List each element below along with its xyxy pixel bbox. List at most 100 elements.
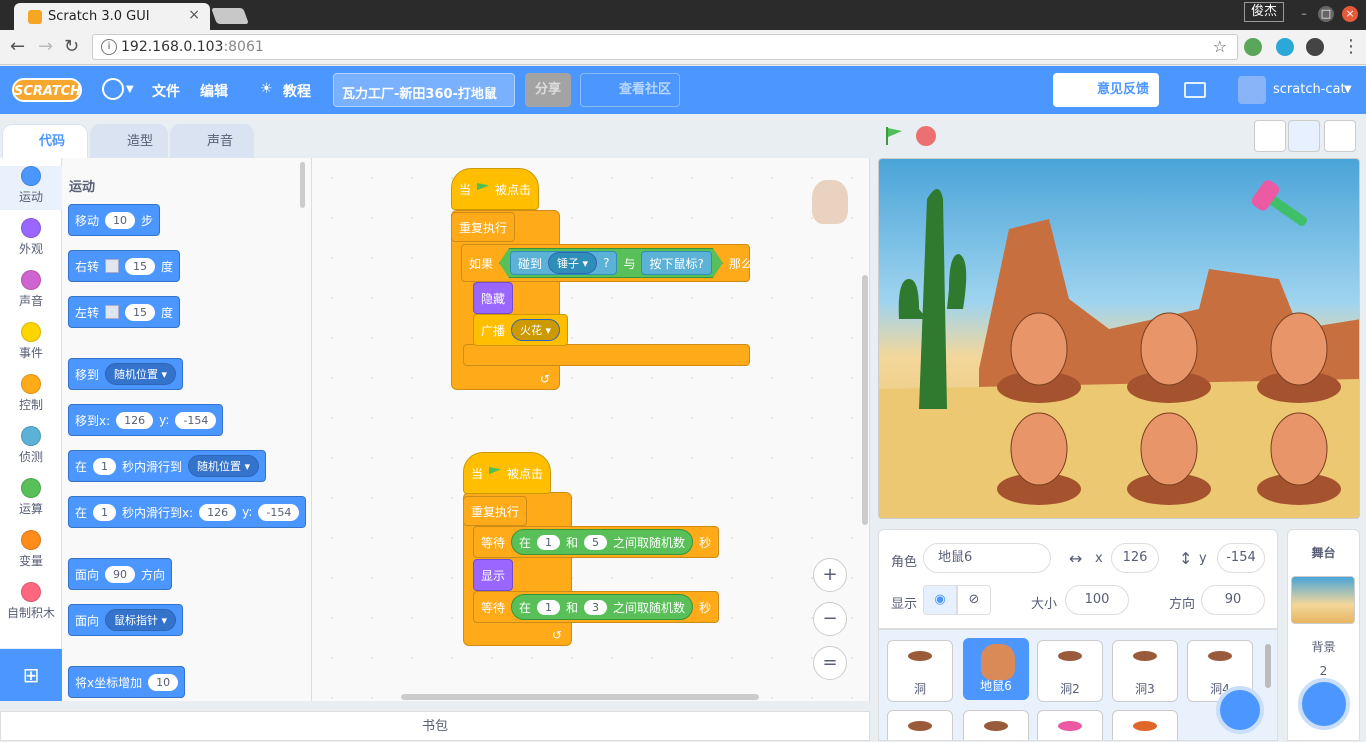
wait-block-1[interactable]: 等待 在 1 和 5 之间取随机数 秒 — [473, 526, 720, 558]
tutorials-icon[interactable]: ☀ — [260, 81, 273, 97]
and-operator-block[interactable]: 碰到 锤子 ▾? 与 按下鼠标? — [499, 248, 723, 278]
tab-sounds[interactable]: 声音 — [170, 124, 254, 158]
fullscreen-button[interactable] — [1324, 120, 1356, 152]
sprite-name-input[interactable]: 地鼠6 — [923, 543, 1051, 573]
add-extension-icon[interactable]: ⊞ — [0, 649, 62, 701]
extension-icon[interactable] — [1244, 38, 1262, 56]
category-control[interactable]: 控制 — [0, 374, 62, 413]
hide-eye-icon[interactable]: ⊘ — [957, 585, 991, 615]
zoom-in-button[interactable]: + — [813, 558, 847, 592]
sprite-tile[interactable]: 洞3 — [1112, 640, 1178, 702]
pick-random-block-1[interactable]: 在 1 和 5 之间取随机数 — [511, 529, 694, 555]
block-input[interactable]: 15 — [125, 257, 156, 275]
show-visible-eye-icon[interactable]: ◉ — [923, 585, 957, 615]
backpack-header[interactable]: 书包 — [0, 711, 870, 741]
mouse-down-block[interactable]: 按下鼠标? — [641, 251, 711, 275]
direction-input[interactable]: 90 — [1201, 585, 1265, 615]
pick-random-block-2[interactable]: 在 1 和 3 之间取随机数 — [511, 594, 694, 620]
script-area[interactable]: 当被点击 重复执行 如果 碰到 锤子 ▾? 与 按下鼠标? 那么 隐藏 广播 火花 … — [312, 158, 870, 701]
feedback-button[interactable]: 意见反馈 — [1053, 73, 1159, 107]
site-info-icon[interactable]: i — [101, 39, 117, 55]
palette-scrollbar[interactable] — [300, 162, 305, 208]
y-input[interactable]: -154 — [1217, 543, 1265, 573]
my-stuff-folder-icon[interactable] — [1184, 82, 1206, 98]
category-sensing[interactable]: 侦测 — [0, 426, 62, 465]
tab-code[interactable]: 代码 — [2, 124, 88, 158]
maximize-icon[interactable]: □ — [1318, 6, 1334, 22]
minimize-icon[interactable]: – — [1296, 6, 1312, 22]
username[interactable]: scratch-cat — [1273, 82, 1346, 97]
reload-icon[interactable]: ↻ — [64, 36, 79, 57]
sprite-list-scrollbar[interactable] — [1265, 644, 1271, 688]
show-block[interactable]: 显示 — [473, 559, 514, 591]
category-operators[interactable]: 运算 — [0, 478, 62, 517]
block-change-x[interactable]: 将x坐标增加 10 — [68, 666, 186, 698]
script-horizontal-scrollbar[interactable] — [401, 694, 759, 700]
block-input[interactable]: -154 — [258, 503, 300, 521]
block-input[interactable]: 3 — [584, 599, 608, 615]
category-sound[interactable]: 声音 — [0, 270, 62, 309]
window-close-icon[interactable]: × — [1342, 6, 1358, 22]
project-title-input[interactable]: 瓦力工厂-新田360-打地鼠 — [333, 73, 515, 107]
category-variables[interactable]: 变量 — [0, 530, 62, 569]
when-flag-clicked-hat-1[interactable]: 当 被点击 — [451, 168, 540, 210]
block-move-steps[interactable]: 移动 10 步 — [68, 204, 161, 236]
block-input[interactable]: 10 — [148, 673, 179, 691]
stage-target-panel[interactable]: 舞台 背景 2 — [1287, 529, 1360, 741]
scratch-logo[interactable]: SCRATCH — [12, 78, 82, 102]
category-motion[interactable]: 运动 — [0, 166, 62, 210]
sprite-tile[interactable] — [887, 710, 953, 740]
block-turn-right[interactable]: 右转 15 度 — [68, 250, 181, 282]
browser-tab[interactable]: Scratch 3.0 GUI × — [14, 3, 210, 30]
block-goto[interactable]: 移到 随机位置 ▾ — [68, 358, 184, 390]
add-sprite-icon[interactable] — [1216, 686, 1264, 734]
block-input[interactable]: 126 — [116, 411, 154, 429]
touching-block[interactable]: 碰到 锤子 ▾? — [510, 251, 617, 275]
sprite-tile[interactable]: 洞2 — [1037, 640, 1103, 702]
category-events[interactable]: 事件 — [0, 322, 62, 361]
bookmark-star-icon[interactable]: ☆ — [1213, 37, 1227, 56]
category-my-blocks[interactable]: 自制积木 — [0, 582, 62, 621]
when-flag-clicked-hat-2[interactable]: 当 被点击 — [463, 452, 552, 494]
category-looks[interactable]: 外观 — [0, 218, 62, 257]
browser-user-badge[interactable]: 俊杰 — [1244, 2, 1284, 22]
sprite-tile-selected[interactable]: 地鼠6 — [963, 638, 1029, 700]
edit-menu[interactable]: 编辑 — [200, 81, 228, 101]
block-input[interactable]: 10 — [105, 211, 136, 229]
color-extension-icon[interactable] — [1306, 38, 1324, 56]
stop-sign-icon[interactable] — [916, 126, 936, 146]
size-input[interactable]: 100 — [1065, 585, 1129, 615]
tutorials-menu[interactable]: 教程 — [283, 81, 311, 101]
back-icon[interactable]: ← — [10, 36, 25, 57]
see-community-button[interactable]: 查看社区 — [580, 73, 680, 107]
normal-stage-button[interactable] — [1288, 120, 1320, 152]
search-extension-icon[interactable] — [1276, 38, 1294, 56]
block-input[interactable]: 1 — [93, 457, 117, 475]
block-input[interactable]: 15 — [125, 303, 156, 321]
block-glide[interactable]: 在 1 秒内滑行到 随机位置 ▾ — [68, 450, 267, 482]
zoom-out-button[interactable]: − — [813, 602, 847, 636]
x-input[interactable]: 126 — [1111, 543, 1159, 573]
address-bar[interactable]: i 192.168.0.103:8061 ☆ — [92, 34, 1238, 60]
language-globe-icon[interactable] — [102, 78, 124, 100]
forward-icon[interactable]: → — [38, 36, 53, 57]
tab-costumes[interactable]: 造型 — [90, 124, 168, 158]
broadcast-dropdown[interactable]: 火花 ▾ — [511, 319, 561, 341]
stage-thumbnail[interactable] — [1291, 576, 1355, 624]
new-tab-button[interactable] — [211, 8, 249, 24]
add-backdrop-icon[interactable] — [1298, 678, 1350, 730]
close-tab-icon[interactable]: × — [188, 7, 200, 23]
block-input[interactable]: 1 — [93, 503, 117, 521]
touching-dropdown[interactable]: 锤子 ▾ — [548, 252, 597, 274]
block-input[interactable]: 90 — [105, 565, 136, 583]
language-dropdown-icon[interactable]: ▼ — [126, 84, 134, 95]
script-vertical-scrollbar[interactable] — [862, 275, 868, 525]
broadcast-block[interactable]: 广播 火花 ▾ — [473, 314, 569, 346]
account-dropdown-icon[interactable]: ▼ — [1344, 84, 1352, 95]
stage-canvas[interactable] — [878, 158, 1360, 519]
sprite-tile[interactable] — [1112, 710, 1178, 740]
block-glide-xy[interactable]: 在 1 秒内滑行到x: 126 y: -154 — [68, 496, 307, 528]
block-input[interactable]: 1 — [537, 599, 561, 615]
block-dropdown[interactable]: 随机位置 ▾ — [188, 455, 260, 477]
sprite-tile[interactable] — [1037, 710, 1103, 740]
